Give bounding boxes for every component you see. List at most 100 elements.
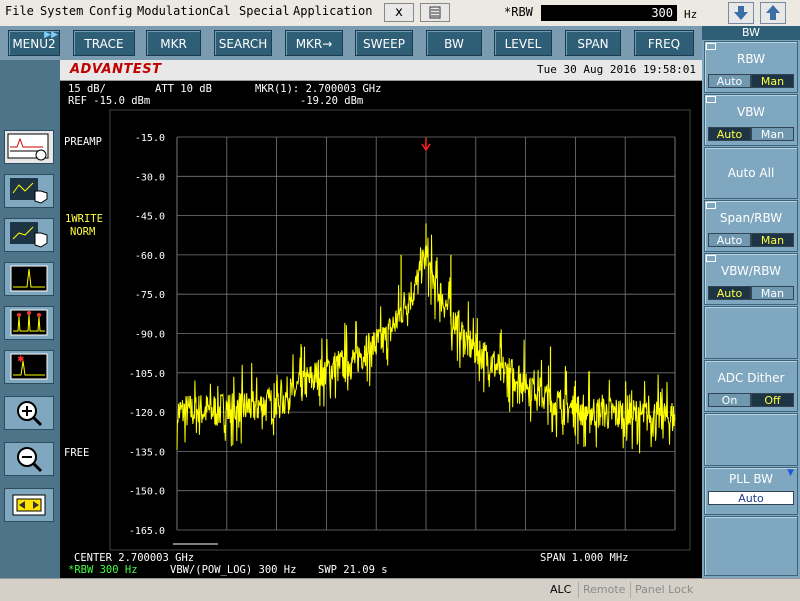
y-tick-label: -105.0 [129, 369, 165, 380]
vbw-softkey[interactable]: VBW Auto Man [704, 94, 798, 146]
softkey-span[interactable]: SPAN [565, 30, 621, 56]
y-tick-label: -60.0 [135, 251, 165, 262]
y-tick-label: -135.0 [129, 447, 165, 458]
tool-cursor-move[interactable] [4, 174, 54, 208]
softkey-bar: MENU2 ▶▶ TRACE MKR SEARCH MKR→ SWEEP BW L… [0, 26, 702, 60]
adc-dither-label: ADC Dither [717, 371, 785, 385]
trace-select-icon [7, 133, 49, 161]
vbw-label: VBW [737, 105, 765, 119]
menu-expand-icon: ▶▶ [44, 30, 58, 40]
key-corner-icon [706, 43, 716, 50]
pll-bw-label: PLL BW [728, 472, 774, 486]
auto-all-label: Auto All [727, 166, 775, 180]
alc-indicator: ALC [550, 583, 572, 596]
span-expand-icon [12, 494, 46, 516]
softkey-mkr[interactable]: MKR [146, 30, 201, 56]
analyzer-screen: ADVANTEST Tue 30 Aug 2016 19:58:01 15 dB… [60, 60, 702, 578]
sweep-time-readout: SWP 21.09 s [318, 564, 388, 576]
cursor-move-icon [10, 178, 48, 204]
span-rbw-man-option[interactable]: Man [751, 233, 794, 247]
vbw-rbw-man-option[interactable]: Man [751, 286, 794, 300]
menu-config[interactable]: Config [89, 4, 132, 18]
vbw-rbw-softkey[interactable]: VBW/RBW Auto Man [704, 253, 798, 305]
tool-trace-select[interactable] [4, 130, 54, 164]
panel-title: BW [702, 26, 800, 40]
close-button[interactable]: x [384, 3, 414, 22]
y-tick-label: -30.0 [135, 172, 165, 183]
softkey-search[interactable]: SEARCH [214, 30, 272, 56]
pll-bw-value[interactable]: Auto [708, 491, 794, 505]
span-rbw-softkey[interactable]: Span/RBW Auto Man [704, 200, 798, 252]
vbw-rbw-label: VBW/RBW [721, 264, 781, 278]
y-tick-label: -165.0 [129, 526, 165, 537]
span-readout: SPAN 1.000 MHz [540, 552, 629, 564]
menu-system[interactable]: System [40, 4, 83, 18]
y-tick-label: -45.0 [135, 212, 165, 223]
step-up-button[interactable] [760, 2, 786, 24]
step-down-button[interactable] [728, 2, 754, 24]
zoom-in-icon [17, 401, 43, 427]
tool-single-peak[interactable] [4, 262, 54, 296]
y-tick-label: -75.0 [135, 290, 165, 301]
tool-multi-peak[interactable] [4, 306, 54, 340]
remote-indicator: Remote [578, 582, 629, 598]
y-tick-label: -90.0 [135, 330, 165, 341]
single-peak-icon [10, 265, 48, 292]
pll-bw-softkey[interactable]: PLL BW ▼ Auto [704, 467, 798, 515]
rbw-label: RBW [736, 52, 765, 66]
softkey-mkr-to[interactable]: MKR→ [285, 30, 343, 56]
menu-file[interactable]: File [5, 4, 34, 18]
empty-softkey-2[interactable] [704, 413, 798, 466]
span-rbw-auto-option[interactable]: Auto [708, 233, 751, 247]
bw-menu-panel: BW RBW Auto Man VBW Auto Man Auto All Sp… [702, 26, 800, 578]
adc-dither-off-option[interactable]: Off [751, 393, 794, 407]
rbw-softkey[interactable]: RBW Auto Man [704, 41, 798, 93]
vbw-man-option[interactable]: Man [751, 127, 794, 141]
calculator-button[interactable] [420, 3, 450, 22]
arrow-up-icon [766, 5, 780, 20]
panel-lock-indicator: Panel Lock [630, 582, 697, 598]
rbw-entry-unit: Hz [684, 8, 698, 21]
softkey-sweep[interactable]: SWEEP [355, 30, 413, 56]
menu-modulation[interactable]: Modulation [137, 4, 209, 18]
menu-application[interactable]: Application [293, 4, 372, 18]
calculator-icon [429, 6, 441, 19]
empty-softkey-1[interactable] [704, 306, 798, 359]
rbw-entry-field[interactable]: 300 [541, 5, 677, 21]
rbw-auto-option[interactable]: Auto [708, 74, 751, 88]
softkey-trace[interactable]: TRACE [73, 30, 135, 56]
y-tick-label: -15.0 [135, 133, 165, 144]
y-tick-label: -120.0 [129, 408, 165, 419]
tool-zoom-out[interactable] [4, 442, 54, 476]
softkey-level[interactable]: LEVEL [494, 30, 552, 56]
center-frequency: CENTER 2.700003 GHz [74, 552, 195, 564]
auto-all-softkey[interactable]: Auto All [704, 147, 798, 199]
menu-special[interactable]: Special [239, 4, 290, 18]
softkey-freq[interactable]: FREQ [634, 30, 694, 56]
tool-span-expand[interactable] [4, 488, 54, 522]
tool-cursor-drag[interactable] [4, 218, 54, 252]
key-corner-icon [706, 202, 716, 209]
rbw-entry-label: *RBW [504, 5, 533, 19]
menu-cal[interactable]: Cal [209, 4, 231, 18]
cursor-drag-icon [10, 222, 48, 248]
adc-dither-softkey[interactable]: ADC Dither On Off [704, 360, 798, 412]
left-toolbar: ✱ [0, 60, 60, 578]
rbw-man-option[interactable]: Man [751, 74, 794, 88]
rbw-readout: *RBW 300 Hz [68, 564, 138, 576]
vbw-readout: VBW/(POW_LOG) 300 Hz [170, 564, 297, 576]
vbw-rbw-auto-option[interactable]: Auto [708, 286, 751, 300]
arrow-down-icon [734, 6, 748, 20]
svg-text:✱: ✱ [17, 355, 25, 365]
tool-zoom-in[interactable] [4, 396, 54, 430]
marker-peak-icon: ✱ [10, 353, 48, 380]
adc-dither-on-option[interactable]: On [708, 393, 751, 407]
vbw-auto-option[interactable]: Auto [708, 127, 751, 141]
tool-marker-peak[interactable]: ✱ [4, 350, 54, 384]
empty-softkey-3[interactable] [704, 516, 798, 576]
dropdown-icon: ▼ [787, 468, 794, 478]
softkey-menu2[interactable]: MENU2 ▶▶ [8, 30, 60, 56]
softkey-bw[interactable]: BW [426, 30, 482, 56]
key-corner-icon [706, 255, 716, 262]
key-corner-icon [706, 96, 716, 103]
